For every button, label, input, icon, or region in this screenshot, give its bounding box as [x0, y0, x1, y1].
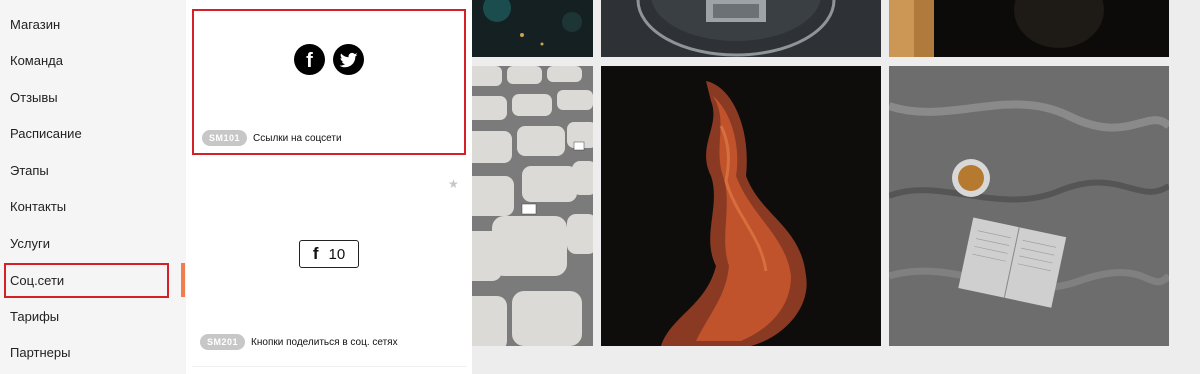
sidebar-item-schedule[interactable]: Расписание — [0, 115, 178, 151]
page-root: Магазин Команда Отзывы Расписание Этапы … — [0, 0, 1200, 374]
template-thumbnail-canyon[interactable] — [601, 66, 881, 346]
sidebar-item-label: Команда — [10, 52, 63, 68]
sidebar-item-contacts[interactable]: Контакты — [0, 188, 178, 224]
sidebar-item-label: Этапы — [10, 162, 49, 178]
sidebar-item-partners[interactable]: Партнеры — [0, 334, 178, 370]
template-thumbnail-bed-coffee-book[interactable] — [889, 66, 1169, 346]
sidebar-item-label: Магазин — [10, 16, 61, 32]
sidebar-item-team[interactable]: Команда — [0, 42, 178, 78]
sidebar-item-label: Отзывы — [10, 89, 58, 105]
sidebar-item-label: Услуги — [10, 235, 50, 251]
star-icon[interactable]: ★ — [448, 177, 459, 191]
sidebar-item-stages[interactable]: Этапы — [0, 152, 178, 188]
template-thumbnail-dark-lights[interactable] — [472, 0, 593, 57]
facebook-icon: f — [294, 44, 325, 75]
block-code-badge: SM201 — [200, 334, 246, 350]
active-item-indicator — [181, 263, 185, 297]
sidebar-item-shop[interactable]: Магазин — [0, 6, 178, 42]
block-list-panel: f SM101 Ссылки на соцсети SM201 Кнопки п… — [186, 0, 472, 374]
sidebar-item-label: Тарифы — [10, 308, 60, 324]
share-button-preview: f 10 — [299, 240, 359, 268]
block-footer: SM201 Кнопки поделиться в соц. сетях — [200, 334, 398, 350]
block-card-sm101[interactable]: f SM101 Ссылки на соцсети — [192, 9, 466, 155]
active-item-highlight — [4, 263, 169, 298]
template-thumbnail-portrait[interactable] — [889, 0, 1169, 57]
block-code-badge: SM101 — [202, 130, 248, 146]
category-sidebar: Магазин Команда Отзывы Расписание Этапы … — [0, 0, 186, 374]
divider — [192, 366, 466, 367]
twitter-icon — [333, 44, 364, 75]
share-count: 10 — [328, 245, 346, 263]
template-thumbnail-porthole[interactable] — [601, 0, 881, 57]
block-title: Кнопки поделиться в соц. сетях — [251, 336, 398, 348]
sidebar-item-services[interactable]: Услуги — [0, 225, 178, 261]
svg-text:f: f — [306, 50, 313, 72]
sidebar-item-reviews[interactable]: Отзывы — [0, 79, 178, 115]
sidebar-item-pricing[interactable]: Тарифы — [0, 298, 178, 334]
block-footer: SM101 Ссылки на соцсети — [202, 130, 342, 146]
block-title: Ссылки на соцсети — [253, 132, 342, 144]
sidebar-item-label: Контакты — [10, 198, 67, 214]
sidebar-item-label: Партнеры — [10, 344, 71, 360]
sidebar-item-label: Расписание — [10, 125, 82, 141]
social-links-preview: f — [294, 44, 364, 75]
template-thumbnail-stadium-seats[interactable] — [472, 66, 593, 346]
facebook-share-icon: f — [312, 244, 319, 263]
